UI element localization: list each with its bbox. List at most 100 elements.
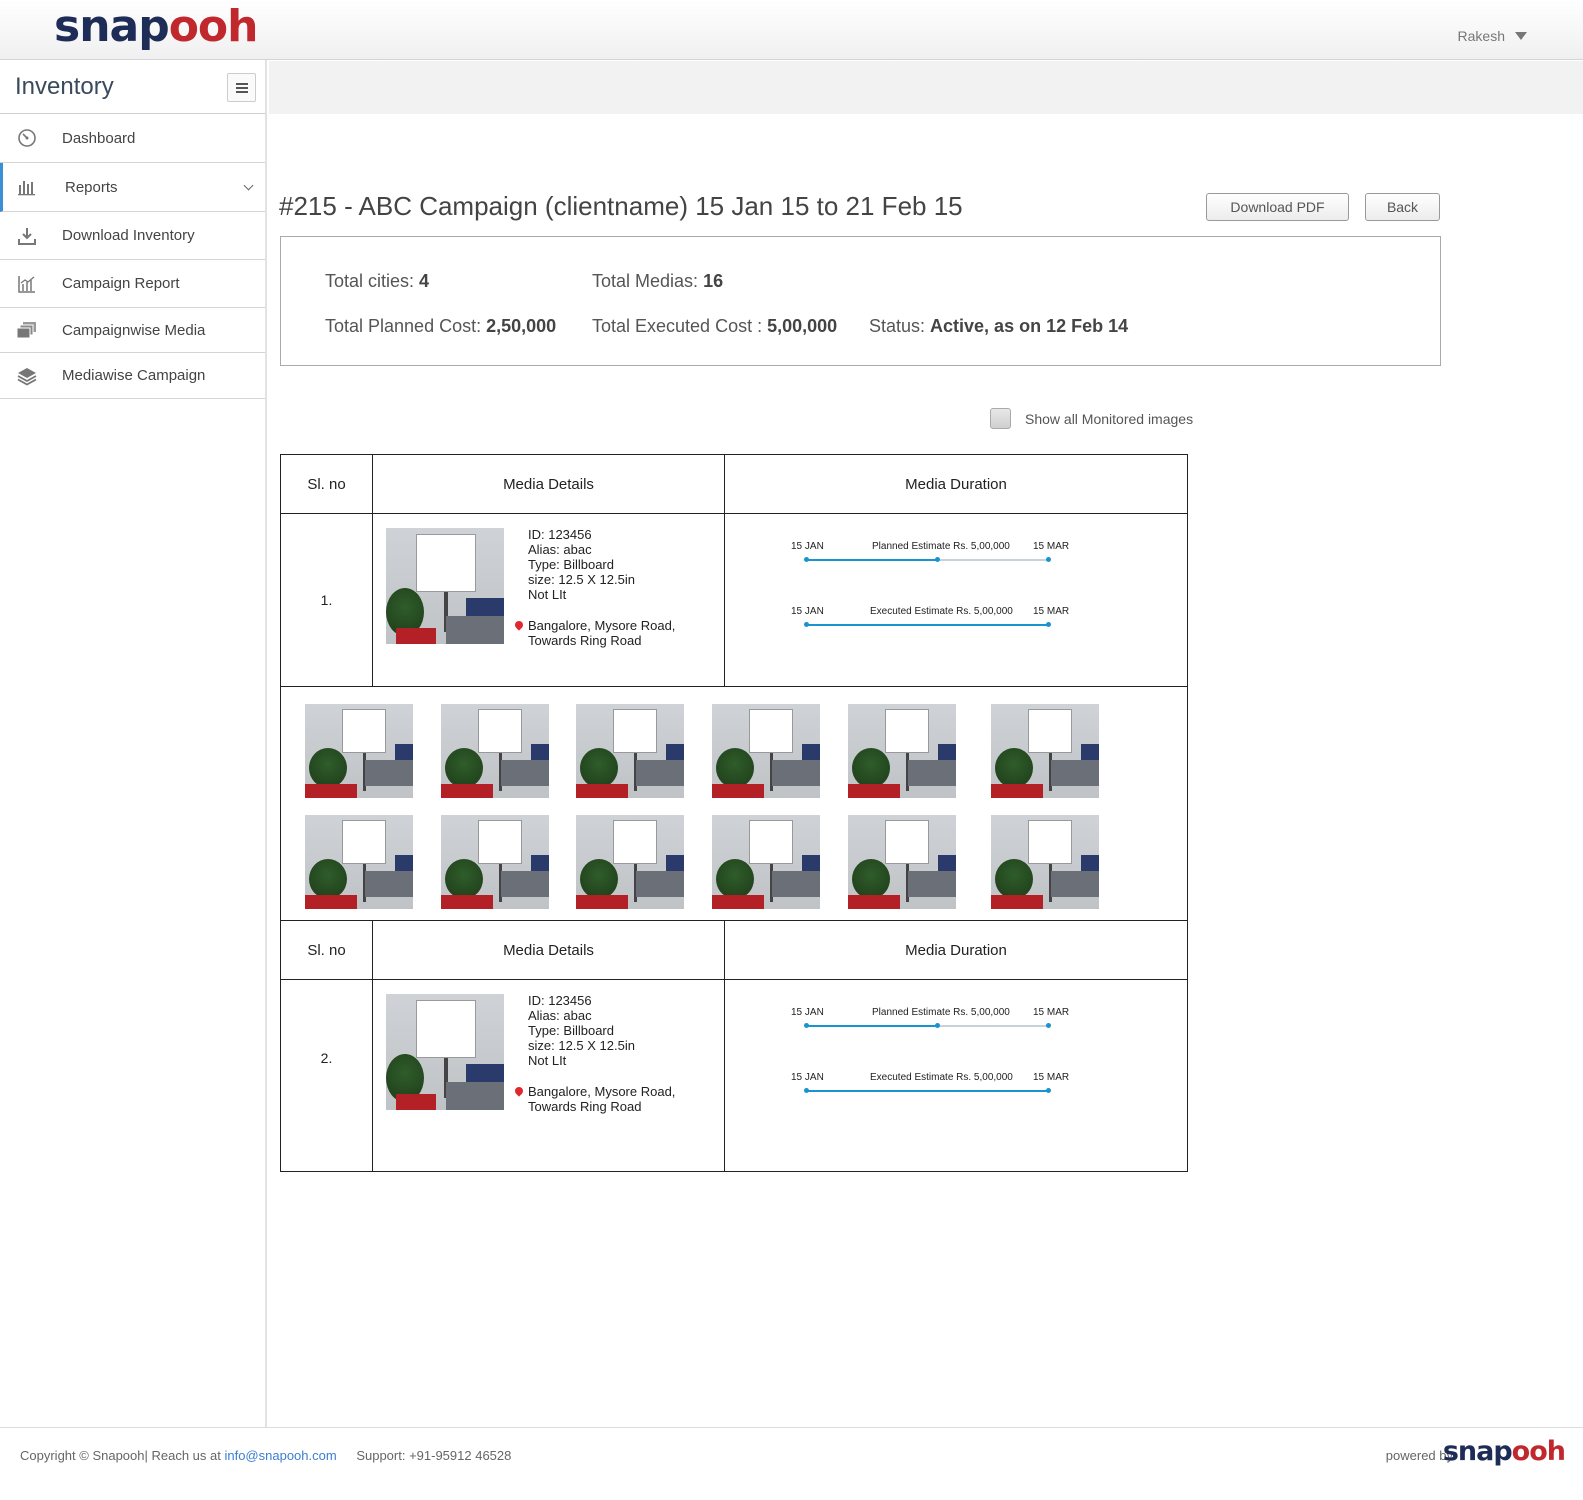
executed-start-dot <box>804 1088 809 1093</box>
monitored-image-thumbnail[interactable] <box>712 815 820 909</box>
media-lighting: Not LIt <box>528 587 567 602</box>
bus <box>396 1094 436 1110</box>
executed-cost-label: Total Executed Cost : <box>592 316 768 336</box>
row-divider <box>281 979 1187 980</box>
sidebar-item-label: Mediawise Campaign <box>62 367 206 384</box>
tree <box>716 748 754 788</box>
sidebar-item-dashboard[interactable]: Dashboard <box>0 114 265 163</box>
monitored-image-thumbnail[interactable] <box>991 704 1099 798</box>
media-alias: Alias: abac <box>528 542 592 557</box>
show-all-label: Show all Monitored images <box>1025 410 1194 427</box>
tree <box>716 859 754 899</box>
download-pdf-button[interactable]: Download PDF <box>1206 193 1349 221</box>
media-location: Bangalore, Mysore Road, Towards Ring Roa… <box>513 1084 676 1114</box>
building <box>908 760 956 786</box>
row-serial-number: 1. <box>320 592 333 608</box>
header-sl-no: Sl. no <box>307 475 346 493</box>
billboard-image <box>342 820 386 864</box>
media-size: size: 12.5 X 12.5in <box>528 572 635 587</box>
billboard-image <box>613 709 657 753</box>
header-media-details: Media Details <box>503 475 594 493</box>
bus <box>848 895 900 909</box>
back-button[interactable]: Back <box>1365 193 1440 221</box>
snapooh-logo[interactable]: snapooh <box>54 4 258 50</box>
executed-end-dot <box>1046 622 1051 627</box>
planned-estimate-label: Planned Estimate Rs. 5,00,000 <box>872 1007 1010 1018</box>
show-all-monitored-toggle[interactable]: Show all Monitored images <box>990 408 1193 429</box>
tree <box>852 748 890 788</box>
footer: Copyright © Snapooh| Reach us at info@sn… <box>0 1427 1583 1500</box>
signboard <box>531 744 549 760</box>
monitored-image-thumbnail[interactable] <box>576 704 684 798</box>
monitored-image-thumbnail[interactable] <box>305 815 413 909</box>
sidebar-title: Inventory <box>15 73 114 100</box>
billboard-image <box>416 534 476 592</box>
media-table: Sl. no Media Details Media Duration 1. I… <box>280 454 1188 921</box>
sidebar-item-reports[interactable]: Reports <box>0 163 265 212</box>
monitored-image-thumbnail[interactable] <box>441 704 549 798</box>
media-details: ID: 123456 Alias: abac Type: Billboard s… <box>528 993 635 1068</box>
media-type: Type: Billboard <box>528 557 614 572</box>
header-sl-no: Sl. no <box>307 941 346 959</box>
tree <box>309 748 347 788</box>
monitored-image-thumbnail[interactable] <box>305 704 413 798</box>
building <box>636 760 684 786</box>
signboard <box>666 855 684 871</box>
monitored-image-thumbnail[interactable] <box>848 815 956 909</box>
planned-progress-bar <box>807 1025 938 1027</box>
executed-estimate-label: Executed Estimate Rs. 5,00,000 <box>870 1072 1013 1083</box>
signboard <box>531 855 549 871</box>
executed-start-dot <box>804 622 809 627</box>
bus <box>991 895 1043 909</box>
bus <box>712 895 764 909</box>
download-icon <box>18 227 36 245</box>
location-line-2: Towards Ring Road <box>528 1099 642 1114</box>
location-line-1: Bangalore, Mysore Road, <box>528 1084 676 1099</box>
building <box>365 760 413 786</box>
planned-end-date: 15 MAR <box>1033 541 1070 552</box>
row-divider <box>281 686 1187 687</box>
media-thumbnail[interactable] <box>386 528 504 644</box>
bus <box>305 784 357 798</box>
sidebar-item-campaign-report[interactable]: Campaign Report <box>0 260 265 308</box>
billboard-image <box>885 820 929 864</box>
sidebar-item-label: Dashboard <box>62 129 136 147</box>
signboard <box>802 744 820 760</box>
media-thumbnail[interactable] <box>386 994 504 1110</box>
billboard-image <box>885 709 929 753</box>
hamburger-menu-button[interactable] <box>227 73 256 102</box>
line-chart-icon <box>18 275 35 293</box>
billboard-image <box>416 1000 476 1058</box>
planned-cost-label: Total Planned Cost: <box>325 316 487 336</box>
monitored-image-thumbnail[interactable] <box>576 815 684 909</box>
show-all-checkbox[interactable] <box>990 408 1011 429</box>
sidebar-item-campaignwise-media[interactable]: Campaignwise Media <box>0 308 265 353</box>
total-cities-label: Total cities: <box>325 271 420 291</box>
tree <box>580 748 618 788</box>
tree <box>995 748 1033 788</box>
total-medias-value: 16 <box>703 271 724 291</box>
sidebar-item-mediawise-campaign[interactable]: Mediawise Campaign <box>0 353 265 399</box>
user-name: Rakesh <box>1457 28 1505 44</box>
monitored-image-thumbnail[interactable] <box>441 815 549 909</box>
monitored-image-thumbnail[interactable] <box>991 815 1099 909</box>
user-menu[interactable]: Rakesh <box>1458 28 1527 44</box>
billboard-image <box>1028 820 1072 864</box>
monitored-image-thumbnail[interactable] <box>712 704 820 798</box>
header-media-duration: Media Duration <box>905 475 1007 493</box>
planned-end-dot <box>1046 557 1051 562</box>
building <box>772 760 820 786</box>
bus <box>396 628 436 644</box>
email-link[interactable]: info@snapooh.com <box>224 1448 336 1463</box>
building <box>501 760 549 786</box>
monitored-image-thumbnail[interactable] <box>848 704 956 798</box>
sidebar-item-download-inventory[interactable]: Download Inventory <box>0 212 265 260</box>
campaign-status: Status: Active, as on 12 Feb 14 <box>869 316 1128 337</box>
tree <box>995 859 1033 899</box>
media-id: ID: 123456 <box>528 993 592 1008</box>
building <box>908 871 956 897</box>
footer-snapooh-logo[interactable]: snapooh <box>1443 1436 1566 1467</box>
total-medias: Total Medias: 16 <box>592 271 723 292</box>
sidebar: Inventory Dashboard Reports Download Inv… <box>0 60 267 1427</box>
signboard <box>466 598 504 618</box>
